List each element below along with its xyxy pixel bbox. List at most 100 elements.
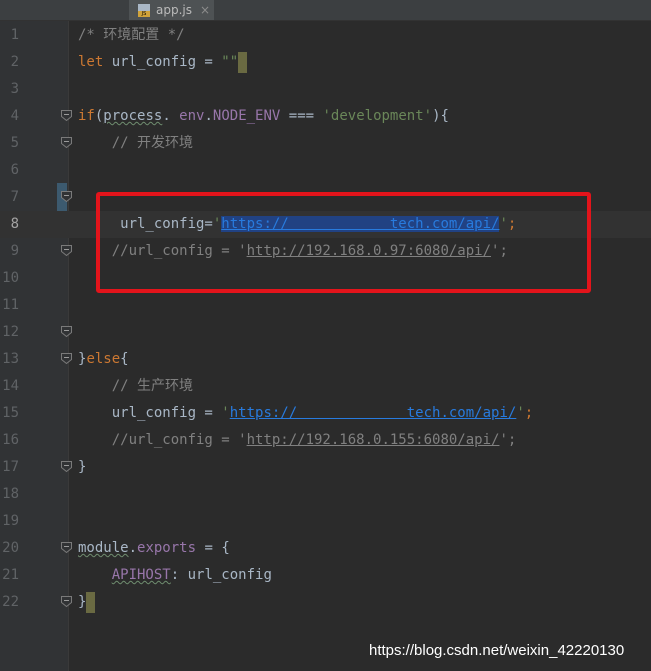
token: // 开发环境 [111, 135, 194, 151]
js-file-icon: JS [138, 3, 150, 17]
line-number: 18 [2, 486, 19, 502]
line-number: 22 [2, 594, 19, 610]
fold-marker-icon[interactable] [61, 245, 72, 256]
token: url_config = [111, 54, 222, 70]
highlight-box [96, 192, 591, 293]
code-text: // 开发环境 [78, 130, 193, 157]
code-text: }else{ [78, 346, 129, 373]
code-line[interactable]: 16 //url_config = 'http://192.168.0.155:… [0, 427, 651, 454]
line-number: 9 [10, 243, 19, 259]
token: : url_config [170, 567, 272, 583]
tab-app-js[interactable]: JS app.js × [129, 0, 214, 20]
code-line[interactable]: 6 [0, 157, 651, 184]
caret [238, 51, 248, 73]
line-number: 7 [10, 189, 19, 205]
code-text: } [78, 454, 86, 481]
line-number: 20 [2, 540, 19, 556]
code-line[interactable]: 20 module.exports = { [0, 535, 651, 562]
code-line[interactable]: 15 url_config = 'https:// tech.com/api/'… [0, 400, 651, 427]
line-number: 11 [2, 297, 19, 313]
line-number: 13 [2, 351, 19, 367]
line-number: 21 [2, 567, 19, 583]
token: process [103, 108, 163, 124]
token: } [78, 459, 87, 475]
code-text: /* 环境配置 */ [78, 22, 185, 49]
code-text: if(process. env.NODE_ENV === 'developmen… [78, 103, 449, 130]
token: === [280, 108, 323, 124]
token: ' [516, 405, 525, 421]
line-number: 12 [2, 324, 19, 340]
fold-marker-icon[interactable] [61, 461, 72, 472]
token: https:// tech.com/api/ [229, 405, 517, 421]
caret [86, 591, 96, 613]
token: 'development' [322, 108, 433, 124]
token: . [204, 108, 213, 124]
editor-tab-bar: JS app.js × [0, 0, 651, 21]
line-number: 5 [10, 135, 19, 151]
code-line[interactable]: 19 [0, 508, 651, 535]
code-text: } [78, 589, 96, 616]
token: module [78, 540, 129, 556]
token: { [120, 351, 129, 367]
code-line[interactable]: 4 if(process. env.NODE_ENV === 'developme… [0, 103, 651, 130]
line-number: 1 [10, 27, 19, 43]
token: '; [499, 432, 517, 448]
line-number: 17 [2, 459, 19, 475]
fold-marker-icon[interactable] [61, 353, 72, 364]
fold-marker-icon[interactable] [61, 191, 72, 202]
token: exports [137, 540, 197, 556]
token: /* 环境配置 */ [78, 27, 185, 43]
code-text: // 生产环境 [78, 373, 193, 400]
code-line[interactable]: 12 [0, 319, 651, 346]
line-number: 2 [10, 54, 19, 70]
token: else [86, 351, 121, 367]
token: . [128, 540, 138, 556]
token: // 生产环境 [111, 378, 194, 394]
token: ' [221, 405, 230, 421]
token: ; [524, 405, 534, 421]
token: = { [196, 540, 230, 556]
line-number: 3 [10, 81, 19, 97]
code-text: url_config = 'https:// tech.com/api/'; [78, 400, 533, 427]
line-number: 19 [2, 513, 19, 529]
token: NODE_ENV [212, 108, 281, 124]
code-line[interactable]: 11 [0, 292, 651, 319]
token: APIHOST [111, 567, 171, 583]
token: let [78, 54, 112, 70]
line-number: 8 [10, 216, 19, 232]
code-line[interactable]: 3 [0, 76, 651, 103]
code-line[interactable]: 13 }else{ [0, 346, 651, 373]
code-text: APIHOST: url_config [78, 562, 272, 589]
code-text: //url_config = 'http://192.168.0.155:608… [78, 427, 517, 454]
line-number: 4 [10, 108, 19, 124]
fold-marker-icon[interactable] [61, 110, 72, 121]
code-line[interactable]: 17} [0, 454, 651, 481]
code-line[interactable]: 22} [0, 589, 651, 616]
code-line[interactable]: 14 // 生产环境 [0, 373, 651, 400]
line-number: 6 [10, 162, 19, 178]
code-line[interactable]: 2 let url_config = "" [0, 49, 651, 76]
token: url_config = [78, 405, 222, 421]
code-line[interactable]: 1 /* 环境配置 */ [0, 22, 651, 49]
token: "" [221, 54, 239, 70]
line-number: 16 [2, 432, 19, 448]
fold-marker-icon[interactable] [61, 137, 72, 148]
token: } [78, 594, 87, 610]
fold-marker-icon[interactable] [61, 326, 72, 337]
line-number: 10 [2, 270, 19, 286]
tab-label: app.js [156, 3, 192, 17]
fold-marker-icon[interactable] [61, 542, 72, 553]
code-line[interactable]: 21 APIHOST: url_config [0, 562, 651, 589]
code-text: module.exports = { [78, 535, 230, 562]
code-line[interactable]: 5 // 开发环境 [0, 130, 651, 157]
code-line[interactable]: 18 [0, 481, 651, 508]
line-number: 15 [2, 405, 19, 421]
watermark: https://blog.csdn.net/weixin_42220130 [369, 642, 625, 659]
fold-marker-icon[interactable] [61, 596, 72, 607]
close-icon[interactable]: × [200, 3, 210, 17]
code-text: let url_config = "" [78, 49, 248, 76]
token: if [78, 108, 95, 124]
